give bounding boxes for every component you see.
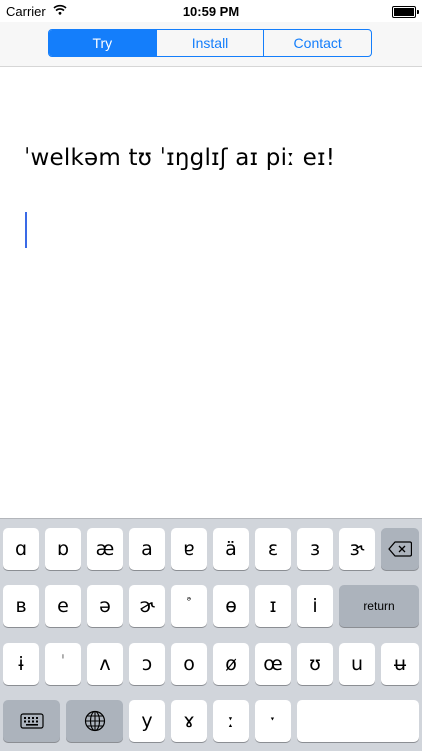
keyboard-icon	[19, 713, 44, 729]
globe-key[interactable]	[66, 700, 123, 742]
ipa-keyboard: ɑ ɒ æ a ɐ ä ɛ ɜ ɝ ʙ e ə ɚ ᵊ ɵ ɪ i return…	[0, 518, 422, 751]
key-half-length-mark[interactable]: ˑ	[255, 700, 291, 742]
key-o-slash[interactable]: ø	[213, 643, 249, 685]
globe-icon	[84, 710, 106, 732]
text-editor[interactable]	[0, 67, 422, 517]
segmented-control: Try Install Contact	[48, 29, 372, 57]
segment-contact[interactable]: Contact	[263, 30, 371, 56]
text-caret	[25, 212, 27, 248]
key-small-capital-b[interactable]: ʙ	[3, 585, 39, 627]
key-oe-ligature[interactable]: œ	[255, 643, 291, 685]
key-turned-v[interactable]: ʌ	[87, 643, 123, 685]
key-turned-a[interactable]: ɐ	[171, 528, 207, 570]
battery-icon	[392, 6, 419, 18]
key-open-back-unrounded-a[interactable]: ɑ	[3, 528, 39, 570]
key-barred-u[interactable]: ʉ	[381, 643, 419, 685]
return-key[interactable]: return	[339, 585, 419, 627]
key-upsilon[interactable]: ʊ	[297, 643, 333, 685]
key-small-capital-i[interactable]: ɪ	[255, 585, 291, 627]
key-rhotic-schwa[interactable]: ɚ	[129, 585, 165, 627]
key-length-mark[interactable]: ː	[213, 700, 249, 742]
key-e[interactable]: e	[45, 585, 81, 627]
keyboard-switch-key[interactable]	[3, 700, 60, 742]
segment-install[interactable]: Install	[155, 30, 264, 56]
key-reversed-epsilon[interactable]: ɜ	[297, 528, 333, 570]
key-rhotic-epsilon[interactable]: ɝ	[339, 528, 375, 570]
key-barred-o[interactable]: ɵ	[213, 585, 249, 627]
key-superscript-schwa[interactable]: ᵊ	[171, 585, 207, 627]
key-ash[interactable]: æ	[87, 528, 123, 570]
key-open-back-rounded-a[interactable]: ɒ	[45, 528, 81, 570]
key-open-o[interactable]: ɔ	[129, 643, 165, 685]
status-bar: Carrier 10:59 PM	[0, 0, 422, 22]
key-o[interactable]: o	[171, 643, 207, 685]
key-epsilon[interactable]: ɛ	[255, 528, 291, 570]
key-i[interactable]: i	[297, 585, 333, 627]
editor-text: ˈwelkəm tʊ ˈɪŋglɪʃ aɪ piː eɪ!	[24, 145, 336, 171]
key-a[interactable]: a	[129, 528, 165, 570]
status-time: 10:59 PM	[182, 4, 240, 19]
key-superscript-i[interactable]: ⁱ	[45, 643, 81, 685]
delete-key[interactable]	[381, 528, 419, 570]
key-barred-i[interactable]: ɨ	[3, 643, 39, 685]
key-u[interactable]: u	[339, 643, 375, 685]
key-rams-horn[interactable]: ɤ	[171, 700, 207, 742]
segment-try[interactable]: Try	[49, 30, 156, 56]
key-a-umlaut[interactable]: ä	[213, 528, 249, 570]
space-key[interactable]	[297, 700, 419, 742]
key-schwa[interactable]: ə	[87, 585, 123, 627]
top-navigation-bar: Try Install Contact	[0, 22, 422, 67]
key-y[interactable]: y	[129, 700, 165, 742]
backspace-icon	[388, 541, 412, 557]
